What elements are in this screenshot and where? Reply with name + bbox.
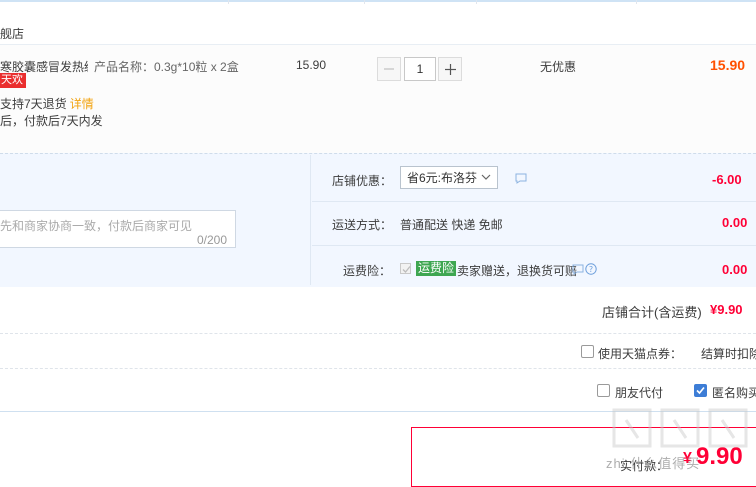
- anonymous-purchase-checkbox[interactable]: [694, 384, 707, 397]
- chat-bubble-icon[interactable]: [572, 264, 584, 275]
- help-icon[interactable]: ?: [585, 263, 597, 275]
- shop-name[interactable]: 舰店: [0, 25, 24, 42]
- coupon-selected-value: 省6元:布洛芬: [407, 171, 478, 185]
- section-divider: [0, 333, 756, 334]
- item-discount: 无优惠: [540, 60, 577, 74]
- tmall-points-label: 使用天猫点券：: [598, 347, 683, 361]
- delivery-label: 运送方式：: [332, 218, 393, 232]
- options-divider: [310, 155, 311, 285]
- chevron-down-icon: [481, 174, 491, 180]
- tmall-points-checkbox[interactable]: [581, 345, 594, 358]
- insurance-badge: 运费险: [416, 261, 457, 276]
- minus-icon: [384, 68, 394, 70]
- chat-bubble-icon[interactable]: [515, 173, 527, 184]
- coupon-label: 店铺优惠：: [332, 174, 393, 188]
- insurance-amount: 0.00: [722, 262, 748, 277]
- coupon-amount: -6.00: [712, 172, 742, 187]
- return-policy-text: 支持7天退货: [0, 97, 67, 111]
- insurance-description: 卖家赠送，退换货可赔: [457, 264, 578, 278]
- coupon-select[interactable]: 省6元:布洛芬: [400, 166, 498, 189]
- plus-icon: [444, 63, 456, 75]
- options-row-divider: [312, 201, 756, 202]
- return-policy-detail-link[interactable]: 详情: [70, 97, 94, 111]
- unit-price: 15.90: [296, 58, 327, 72]
- item-service: 支持7天退货 详情: [0, 95, 94, 112]
- tmall-points-note: 结算时扣除: [701, 347, 756, 361]
- message-char-count: 0/200: [197, 233, 228, 247]
- shop-total-value: ¥9.90: [710, 302, 743, 317]
- insurance-checkbox: [400, 263, 411, 274]
- section-divider: [0, 368, 756, 369]
- check-icon: [402, 266, 411, 273]
- item-tag-badge: 天欢: [0, 73, 26, 88]
- shipping-promise: 后，付款后7天内发: [0, 114, 103, 128]
- options-row-divider: [312, 245, 756, 246]
- quantity-decrease-button[interactable]: [377, 57, 401, 81]
- check-icon: [696, 386, 705, 395]
- delivery-method: 普通配送 快递 免邮: [400, 218, 503, 232]
- message-placeholder: 先和商家协商一致，付款后商家可见: [0, 219, 193, 233]
- item-spec: 产品名称：0.3g*10粒 x 2盒: [94, 60, 239, 74]
- quantity-increase-button[interactable]: [438, 57, 462, 81]
- item-subtotal: 15.90: [710, 57, 746, 73]
- quantity-input[interactable]: 1: [404, 57, 436, 81]
- svg-text:?: ?: [589, 265, 593, 274]
- friend-pay-checkbox[interactable]: [597, 384, 610, 397]
- shop-total-label: 店铺合计(含运费): [602, 305, 702, 320]
- delivery-amount: 0.00: [722, 215, 748, 230]
- header-column-dividers: [0, 0, 756, 4]
- insurance-label: 运费险：: [343, 264, 392, 278]
- watermark-text: zhi 什么值得买: [606, 456, 701, 471]
